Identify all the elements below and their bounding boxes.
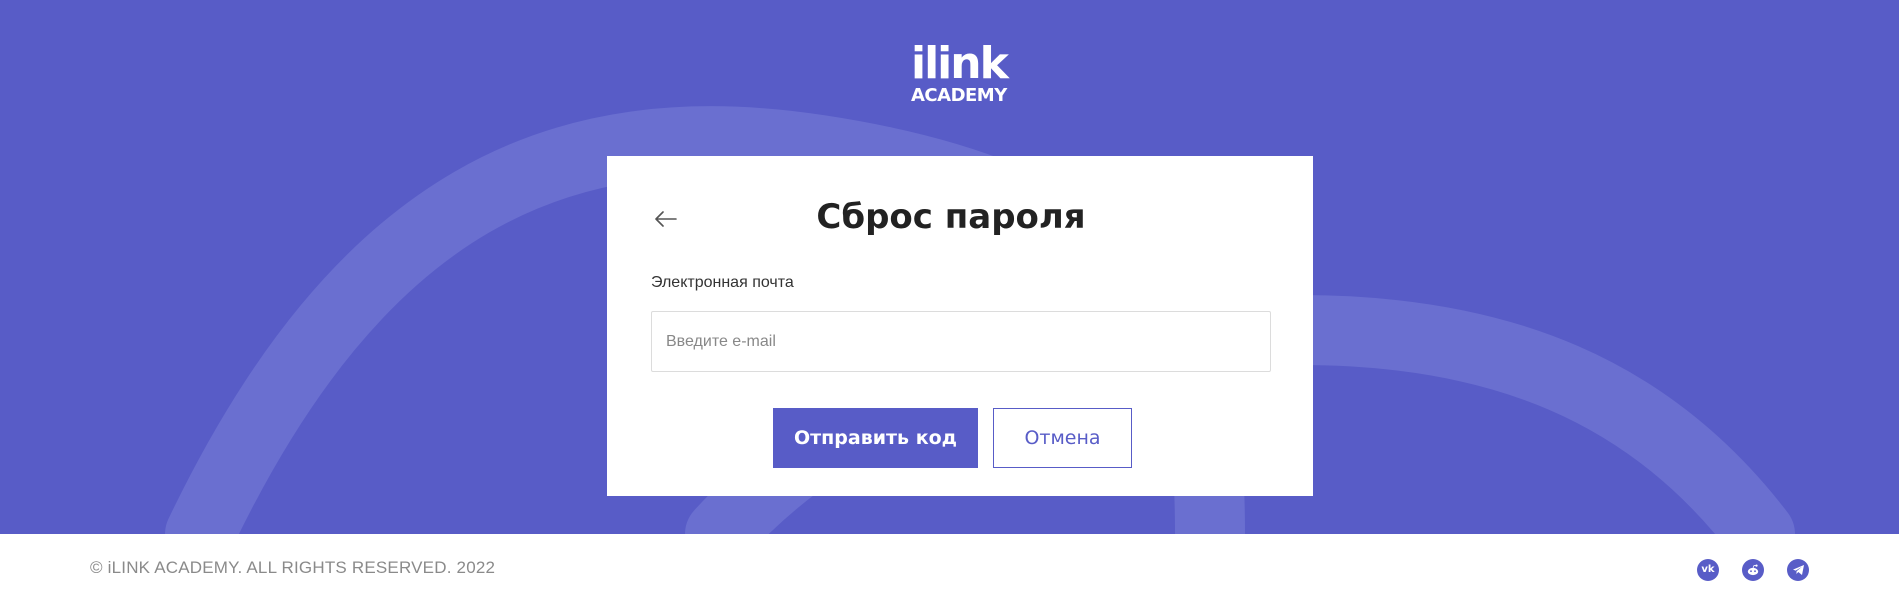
copyright-text: © iLINK ACADEMY. ALL RIGHTS RESERVED. 20…: [90, 558, 496, 577]
footer: © iLINK ACADEMY. ALL RIGHTS RESERVED. 20…: [0, 534, 1899, 605]
send-code-button[interactable]: Отправить код: [773, 408, 978, 468]
logo-top-text: ilink: [911, 38, 1009, 89]
email-field[interactable]: [651, 311, 1271, 372]
logo-bottom-text: ACADEMY: [911, 85, 1007, 106]
cancel-button[interactable]: Отмена: [993, 408, 1132, 468]
password-reset-card: Сброс пароля Электронная почта Отправить…: [607, 156, 1313, 496]
email-label: Электронная почта: [651, 274, 794, 291]
reddit-icon[interactable]: [1742, 559, 1764, 581]
hero-background: ilink ACADEMY Сброс пароля Электронная п…: [0, 0, 1899, 534]
vk-icon[interactable]: vk: [1697, 559, 1719, 581]
telegram-icon[interactable]: [1787, 559, 1809, 581]
page-title: Сброс пароля: [816, 197, 1086, 237]
ilink-academy-logo[interactable]: ilink ACADEMY: [911, 42, 1011, 108]
